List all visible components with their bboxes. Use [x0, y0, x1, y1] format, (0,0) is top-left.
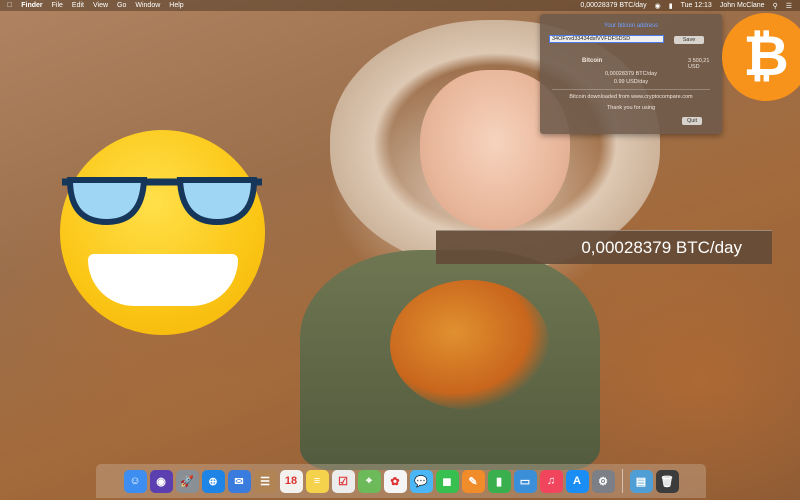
emoji-teeth: [88, 254, 238, 306]
menu-file[interactable]: File: [52, 2, 63, 9]
notification-center-icon[interactable]: ☰: [786, 2, 792, 10]
source-text: Bitcoin downloaded from www.cryptocompar…: [569, 94, 693, 100]
launchpad-icon[interactable]: 🚀: [175, 469, 199, 493]
wallpaper-leaf: [390, 280, 550, 410]
user-name[interactable]: John McClane: [720, 2, 765, 9]
contacts-icon[interactable]: ☰: [253, 469, 277, 493]
popup-title: Your bitcoin address: [603, 23, 659, 29]
finder-icon[interactable]: ☺: [123, 469, 147, 493]
apple-icon[interactable]: : [7, 2, 12, 9]
menu-app-name[interactable]: Finder: [21, 2, 42, 9]
save-button[interactable]: Save: [674, 36, 704, 44]
battery-icon[interactable]: ▮: [669, 2, 673, 10]
keynote-icon[interactable]: ▭: [513, 469, 537, 493]
app-store-icon[interactable]: A: [565, 469, 589, 493]
trash-icon[interactable]: 🗑: [655, 469, 679, 493]
photos-icon[interactable]: ✿: [383, 469, 407, 493]
numbers-icon[interactable]: ▮: [487, 469, 511, 493]
coin-name: Bitcoin: [582, 58, 603, 64]
messages-icon[interactable]: 💬: [409, 469, 433, 493]
reminders-icon[interactable]: ☑: [331, 469, 355, 493]
menu-view[interactable]: View: [93, 2, 108, 9]
menu-window[interactable]: Window: [135, 2, 160, 9]
menu-bar:  Finder File Edit View Go Window Help 0…: [0, 0, 800, 11]
safari-icon[interactable]: ⊕: [201, 469, 225, 493]
usd-per-day: 0.99 USD/day: [613, 79, 649, 85]
usd-price: 3 500,21 USD: [688, 58, 710, 70]
spotlight-icon[interactable]: ⚲: [773, 2, 778, 10]
clock[interactable]: Tue 12:13: [681, 2, 712, 9]
siri-icon[interactable]: ◉: [149, 469, 173, 493]
facetime-icon[interactable]: ◼: [435, 469, 459, 493]
menu-go[interactable]: Go: [117, 2, 126, 9]
status-btc-rate[interactable]: 0,00028379 BTC/day: [580, 2, 646, 9]
downloads-folder-icon[interactable]: ▤: [629, 469, 653, 493]
menu-edit[interactable]: Edit: [72, 2, 84, 9]
sunglasses-icon: [62, 177, 262, 226]
calendar-icon[interactable]: 18: [279, 469, 303, 493]
popup-divider: [552, 89, 710, 90]
mail-icon[interactable]: ✉: [227, 469, 251, 493]
menu-help[interactable]: Help: [169, 2, 183, 9]
thanks-text: Thank you for using: [606, 105, 656, 111]
btc-popup-window: Your bitcoin address Save Bitcoin 3 500,…: [540, 14, 722, 134]
dock: ☺ ◉ 🚀 ⊕ ✉ ☰ 18 ≡ ☑ ⌖ ✿ 💬 ◼ ✎ ▮ ▭ ♫ A ⚙ ▤ 🗑: [96, 464, 706, 498]
dock-separator: [621, 469, 623, 493]
bitcoin-logo-icon: ₿: [722, 13, 800, 101]
notes-icon[interactable]: ≡: [305, 469, 329, 493]
system-preferences-icon[interactable]: ⚙: [591, 469, 615, 493]
btc-ticker-banner: 0,00028379 BTC/day: [436, 230, 772, 264]
music-icon[interactable]: ♫: [539, 469, 563, 493]
btc-address-input[interactable]: [549, 35, 664, 43]
pages-icon[interactable]: ✎: [461, 469, 485, 493]
maps-icon[interactable]: ⌖: [357, 469, 381, 493]
wifi-icon[interactable]: ◉: [655, 2, 661, 10]
btc-per-day: 0,00028379 BTC/day: [605, 71, 657, 77]
quit-button[interactable]: Quit: [682, 117, 702, 125]
